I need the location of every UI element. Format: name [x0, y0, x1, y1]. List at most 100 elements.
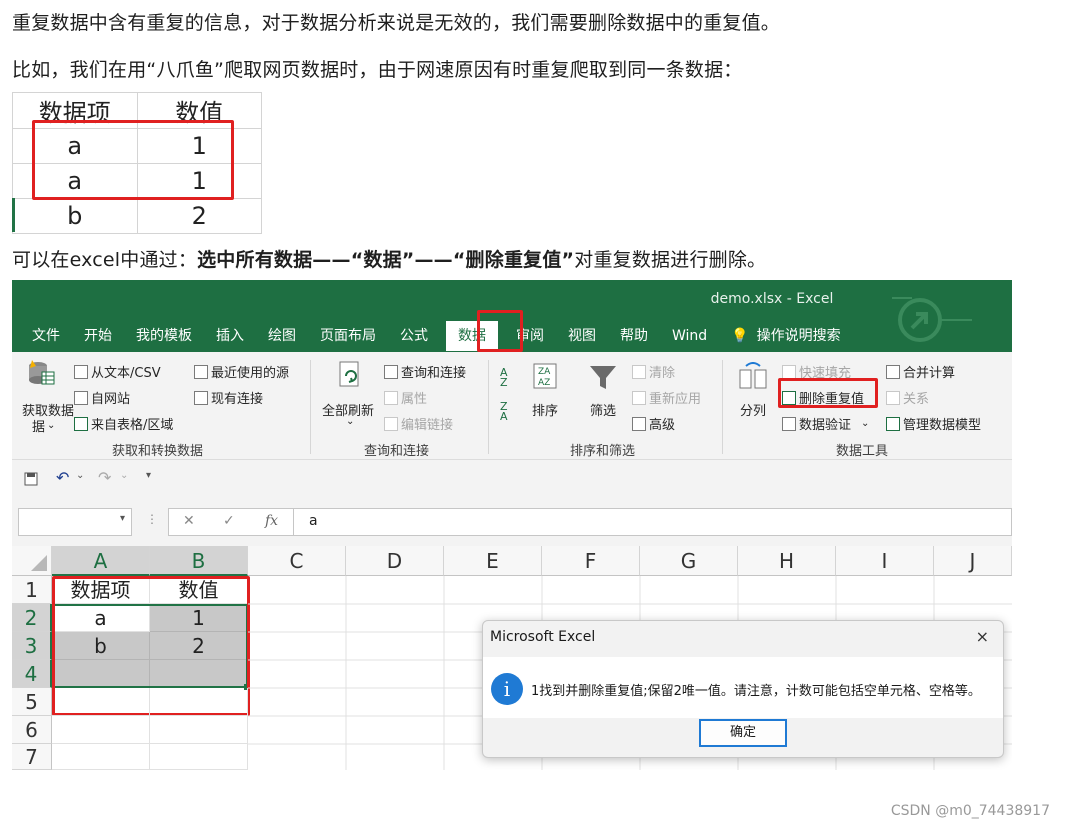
database-icon: [29, 360, 55, 385]
enter-icon[interactable]: ✓: [223, 513, 235, 529]
from-web-button[interactable]: 自网站: [74, 388, 130, 407]
group-label-data-tools: 数据工具: [836, 444, 889, 459]
filter-button[interactable]: 筛选: [590, 400, 616, 419]
advanced-filter-icon: [632, 416, 646, 431]
chevron-down-icon[interactable]: ⌄: [346, 416, 354, 427]
ribbon-tabs: 文件 开始 我的模板 插入 绘图 页面布局 公式 数据 审阅 视图 帮助 Win…: [12, 320, 853, 352]
info-icon: i: [491, 673, 523, 705]
column-header-i[interactable]: I: [836, 546, 934, 576]
cell-a5[interactable]: [52, 688, 150, 716]
reapply-icon: [632, 390, 646, 405]
column-header-a[interactable]: A: [52, 546, 150, 576]
dialog-title: Microsoft Excel: [490, 629, 596, 645]
formula-bar: ▾ ⋮ ✕ ✓ fx a: [12, 498, 1012, 546]
queries-connections-button[interactable]: 查询和连接: [384, 362, 466, 381]
row-header-2[interactable]: 2: [12, 604, 52, 632]
chevron-down-icon[interactable]: ⌄: [76, 470, 84, 481]
tab-file[interactable]: 文件: [12, 321, 72, 351]
sort-az-icon[interactable]: AZ: [500, 367, 508, 388]
formula-input[interactable]: ✕ ✓ fx a: [168, 508, 1012, 536]
sort-button[interactable]: 排序: [532, 400, 558, 419]
divider: [293, 509, 294, 535]
row-header-6[interactable]: 6: [12, 716, 52, 744]
cell-b7[interactable]: [150, 744, 248, 770]
split-column-button[interactable]: 分列: [740, 400, 766, 419]
advanced-button[interactable]: 高级: [632, 414, 675, 433]
edit-links-button[interactable]: 编辑链接: [384, 414, 453, 433]
tab-wind[interactable]: Wind: [660, 321, 719, 351]
filter-icon: [590, 366, 616, 389]
tab-my-templates[interactable]: 我的模板: [124, 321, 204, 351]
chevron-down-icon[interactable]: ⌄: [120, 470, 128, 481]
group-label-sort-filter: 排序和筛选: [570, 444, 636, 459]
column-header-d[interactable]: D: [346, 546, 444, 576]
close-icon[interactable]: ×: [976, 627, 989, 646]
sort-za-icon[interactable]: ZA: [500, 401, 508, 422]
column-header-g[interactable]: G: [640, 546, 738, 576]
save-icon[interactable]: [24, 472, 38, 486]
data-validation-button[interactable]: 数据验证 ⌄: [782, 414, 869, 433]
clear-filter-icon: [632, 364, 646, 379]
recent-source-icon: [194, 364, 208, 379]
properties-button[interactable]: 属性: [384, 388, 427, 407]
select-all-corner[interactable]: [12, 546, 52, 576]
recent-sources-button[interactable]: 最近使用的源: [194, 362, 289, 381]
table-cell: b: [12, 198, 138, 234]
group-separator: [488, 360, 489, 454]
remove-duplicates-highlight-box: [778, 378, 878, 408]
data-model-icon: [886, 416, 900, 431]
ok-button[interactable]: 确定: [699, 719, 787, 747]
tab-view[interactable]: 视图: [556, 321, 608, 351]
tab-formulas[interactable]: 公式: [388, 321, 440, 351]
text-file-icon: [74, 364, 88, 379]
grip-icon: ⋮: [146, 512, 158, 526]
column-header-b[interactable]: B: [150, 546, 248, 576]
tab-home[interactable]: 开始: [72, 321, 124, 351]
column-header-j[interactable]: J: [934, 546, 1012, 576]
relationships-icon: [886, 390, 900, 405]
customize-toolbar-icon[interactable]: ▾: [146, 470, 151, 481]
consolidate-button[interactable]: 合并计算: [886, 362, 955, 381]
text-to-columns-icon: [739, 362, 767, 389]
tab-draw[interactable]: 绘图: [256, 321, 308, 351]
link-icon: [384, 416, 398, 431]
row-header-5[interactable]: 5: [12, 688, 52, 716]
column-header-c[interactable]: C: [248, 546, 346, 576]
cell-b5[interactable]: [150, 688, 248, 716]
tab-insert[interactable]: 插入: [204, 321, 256, 351]
tab-page-layout[interactable]: 页面布局: [308, 321, 388, 351]
column-header-e[interactable]: E: [444, 546, 542, 576]
column-header-f[interactable]: F: [542, 546, 640, 576]
cell-b6[interactable]: [150, 716, 248, 744]
clear-button[interactable]: 清除: [632, 362, 675, 381]
dialog-message: 1找到并删除重复值;保留2唯一值。请注意，计数可能包括空单元格、空格等。: [531, 684, 981, 699]
existing-connections-button[interactable]: 现有连接: [194, 388, 263, 407]
message-dialog: Microsoft Excel × i 1找到并删除重复值;保留2唯一值。请注意…: [482, 620, 1004, 758]
manage-data-model-button[interactable]: 管理数据模型: [886, 414, 981, 433]
name-box[interactable]: ▾: [18, 508, 132, 536]
row-header-3[interactable]: 3: [12, 632, 52, 660]
quick-access-toolbar: ↶ ⌄ ↷ ⌄ ▾: [12, 460, 1012, 498]
connection-icon: [194, 390, 208, 405]
fx-icon[interactable]: fx: [265, 513, 278, 529]
flash-fill-icon: [782, 364, 796, 379]
tab-help[interactable]: 帮助: [608, 321, 660, 351]
validation-icon: [782, 416, 796, 431]
row-header-7[interactable]: 7: [12, 744, 52, 770]
from-text-csv-button[interactable]: 从文本/CSV: [74, 362, 161, 381]
column-header-h[interactable]: H: [738, 546, 836, 576]
relationships-button[interactable]: 关系: [886, 388, 929, 407]
row-header-4[interactable]: 4: [12, 660, 52, 688]
get-data-dropdown[interactable]: 据 ⌄: [32, 416, 55, 435]
window-title: demo.xlsx - Excel: [710, 291, 834, 307]
reapply-button[interactable]: 重新应用: [632, 388, 701, 407]
undo-icon[interactable]: ↶: [56, 468, 69, 487]
tab-search[interactable]: 💡 操作说明搜索: [719, 321, 852, 351]
intro-paragraph: 重复数据中含有重复的信息，对于数据分析来说是无效的，我们需要删除数据中的重复值。: [12, 12, 781, 34]
row-header-1[interactable]: 1: [12, 576, 52, 604]
redo-icon[interactable]: ↷: [98, 468, 111, 487]
cell-a6[interactable]: [52, 716, 150, 744]
cancel-icon[interactable]: ✕: [183, 513, 195, 529]
from-table-button[interactable]: 来自表格/区域: [74, 414, 173, 433]
cell-a7[interactable]: [52, 744, 150, 770]
